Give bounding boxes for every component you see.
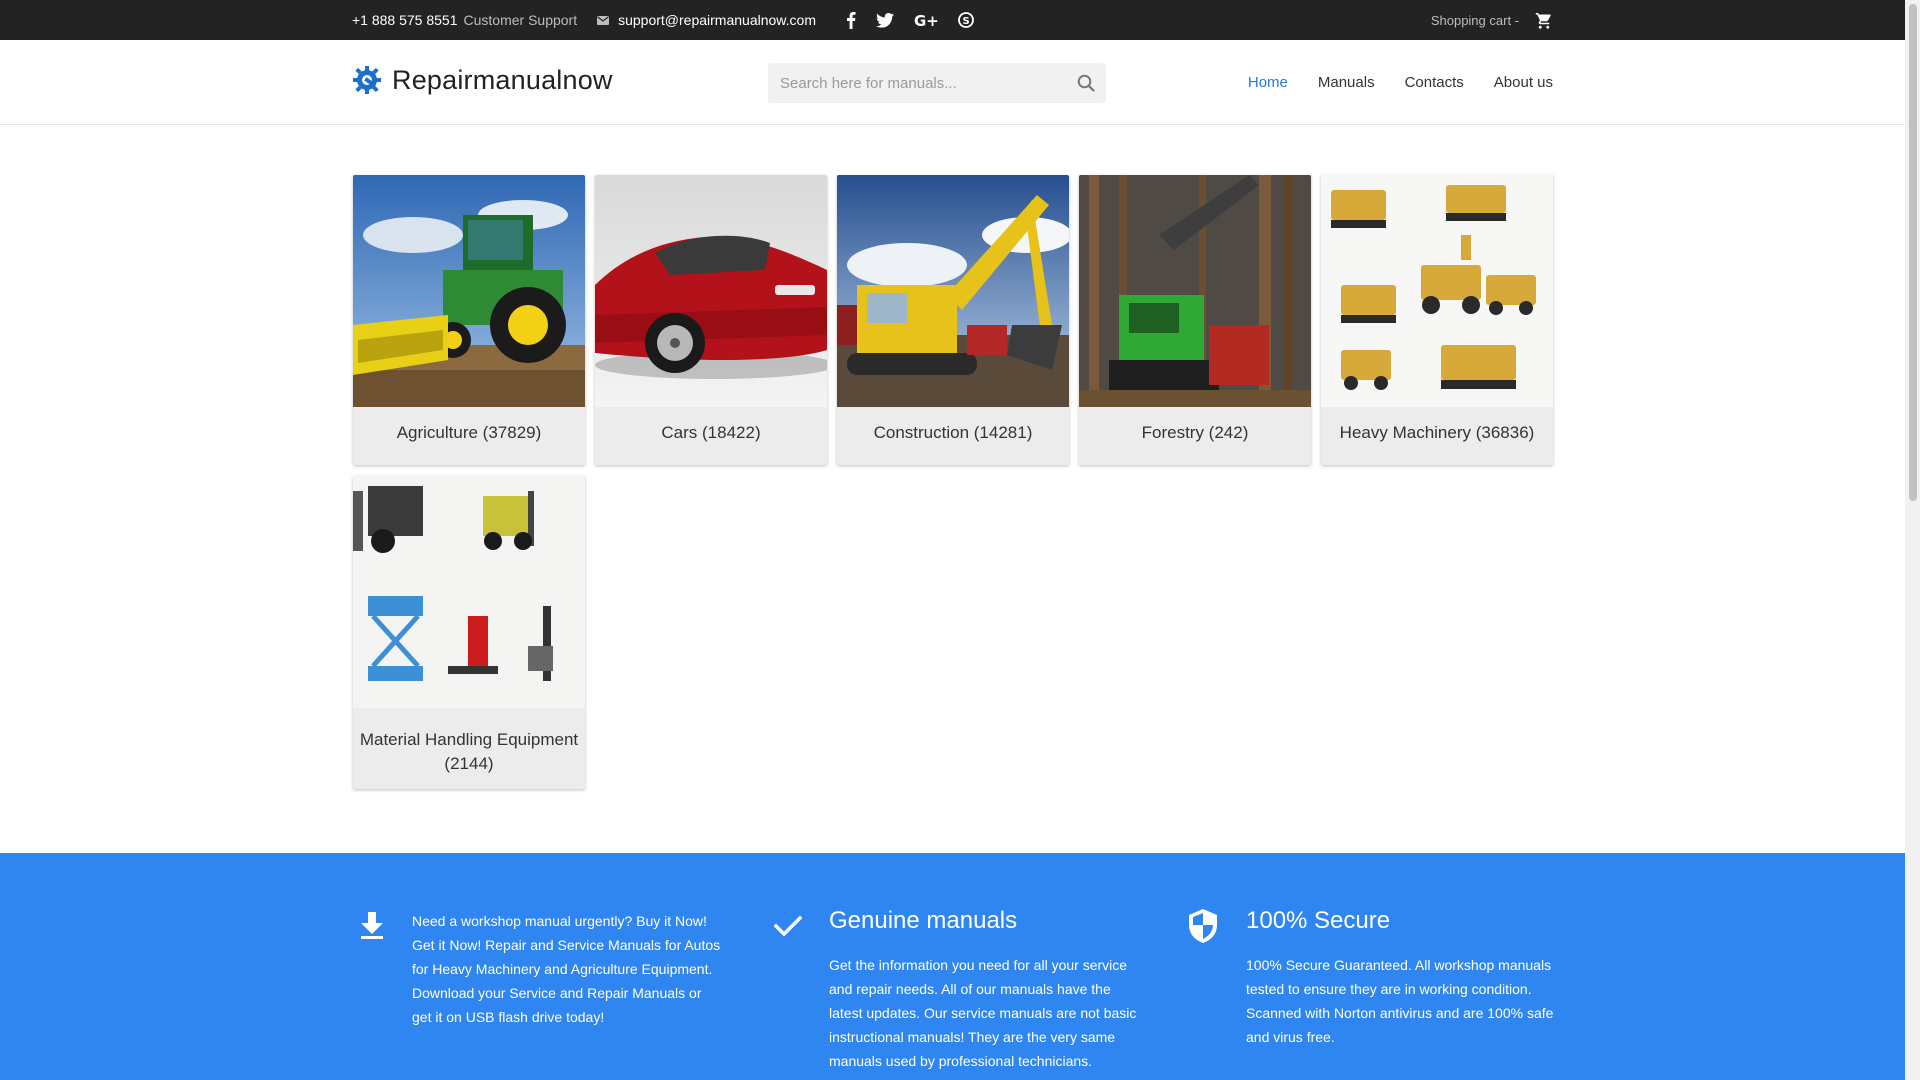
main-nav: Home Manuals Contacts About us xyxy=(1248,40,1553,125)
red-sedan-image xyxy=(595,175,827,407)
search-input[interactable] xyxy=(768,63,1066,103)
feature-genuine-title: Genuine manuals xyxy=(829,907,1018,934)
page-scrollbar[interactable] xyxy=(1905,0,1920,1080)
feature-genuine-text: Get the information you need for all you… xyxy=(829,957,1137,1069)
combine-harvester-image xyxy=(353,175,585,407)
category-card-cars[interactable]: Cars (18422) xyxy=(595,175,827,465)
forklifts-collage-image xyxy=(353,476,585,708)
top-bar: +1 888 575 8551 Customer Support support… xyxy=(0,0,1905,40)
google-plus-icon[interactable]: G+ xyxy=(914,12,938,28)
feature-secure-title: 100% Secure xyxy=(1246,907,1391,934)
nav-about-us[interactable]: About us xyxy=(1494,74,1553,91)
shield-icon xyxy=(1189,909,1217,948)
nav-manuals[interactable]: Manuals xyxy=(1318,74,1375,91)
search-icon[interactable] xyxy=(1066,63,1106,103)
category-card-forestry[interactable]: Forestry (242) xyxy=(1079,175,1311,465)
feature-secure-text: 100% Secure Guaranteed. All workshop man… xyxy=(1246,957,1554,1045)
category-label: Cars (18422) xyxy=(661,423,761,442)
support-label: Customer Support xyxy=(463,12,578,28)
social-links: G+ S xyxy=(846,11,974,29)
search-box xyxy=(768,63,1106,103)
facebook-icon[interactable] xyxy=(846,11,856,29)
support-phone[interactable]: +1 888 575 8551 xyxy=(352,12,458,28)
category-card-agriculture[interactable]: Agriculture (37829) xyxy=(353,175,585,465)
category-card-construction[interactable]: Construction (14281) xyxy=(837,175,1069,465)
skype-icon[interactable]: S xyxy=(958,12,974,28)
site-logo[interactable]: Repairmanualnow xyxy=(352,64,613,96)
support-email[interactable]: support@repairmanualnow.com xyxy=(618,12,816,28)
nav-contacts[interactable]: Contacts xyxy=(1405,74,1464,91)
download-icon xyxy=(360,912,384,945)
shopping-cart-icon[interactable] xyxy=(1535,12,1553,29)
category-label: Forestry (242) xyxy=(1141,423,1249,442)
checkmark-icon xyxy=(773,915,803,942)
category-label: Construction (14281) xyxy=(873,423,1033,442)
logo-text: Repairmanualnow xyxy=(392,64,613,95)
shopping-cart-label[interactable]: Shopping cart - xyxy=(1431,13,1519,28)
category-label: Heavy Machinery (36836) xyxy=(1339,423,1535,442)
nav-home[interactable]: Home xyxy=(1248,74,1288,91)
gear-wrench-icon xyxy=(352,64,382,96)
feature-download-text: Need a workshop manual urgently? Buy it … xyxy=(412,913,721,1025)
heavy-machines-collage-image xyxy=(1321,175,1553,407)
scrollbar-thumb[interactable] xyxy=(1909,4,1917,501)
category-card-material-handling[interactable]: Material Handling Equipment (2144) xyxy=(353,476,585,789)
svg-text:S: S xyxy=(962,16,969,27)
category-label: Agriculture (37829) xyxy=(396,423,542,442)
svg-text:G+: G+ xyxy=(914,12,938,28)
twitter-icon[interactable] xyxy=(875,12,894,28)
category-label: Material Handling Equipment (2144) xyxy=(359,730,579,773)
category-card-heavy-machinery[interactable]: Heavy Machinery (36836) xyxy=(1321,175,1553,465)
yellow-excavator-image xyxy=(837,175,1069,407)
green-harvester-image xyxy=(1079,175,1311,407)
envelope-icon xyxy=(597,15,610,25)
site-header: Repairmanualnow Home Manuals Contacts Ab… xyxy=(0,40,1905,125)
features-band: Need a workshop manual urgently? Buy it … xyxy=(0,853,1905,1080)
